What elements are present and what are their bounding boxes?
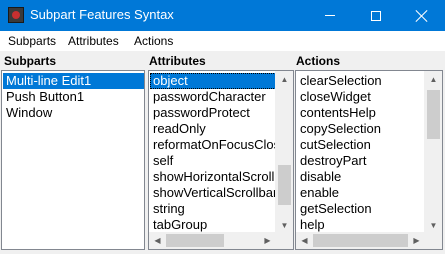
attributes-list-item[interactable]: tabGroup [150, 217, 276, 233]
maximize-icon [371, 10, 381, 21]
actions-vertical-scrollbar[interactable]: ▲ ▼ [424, 71, 442, 234]
scroll-right-icon[interactable]: ▶ [408, 232, 425, 249]
actions-horizontal-scrollbar[interactable]: ◀ ▶ [296, 232, 425, 249]
actions-list-item[interactable]: getSelection [297, 201, 425, 217]
attributes-list-item[interactable]: object [150, 73, 276, 89]
actions-list-item[interactable]: closeWidget [297, 89, 425, 105]
actions-list-item[interactable]: destroyPart [297, 153, 425, 169]
attributes-header: Attributes [149, 54, 206, 68]
attributes-list-item[interactable]: string [150, 201, 276, 217]
scroll-left-icon[interactable]: ◀ [149, 232, 166, 249]
attributes-list-item[interactable]: showHorizontalScrollbar [150, 169, 276, 185]
menu-actions[interactable]: Actions [134, 31, 173, 51]
scrollbar-corner [425, 232, 442, 249]
minimize-icon [325, 15, 335, 16]
app-icon[interactable] [8, 7, 24, 23]
subparts-list-item[interactable]: Window [3, 105, 144, 121]
subparts-list[interactable]: Multi-line Edit1 Push Button1 Window [1, 70, 145, 250]
attributes-horizontal-scrollbar[interactable]: ◀ ▶ [149, 232, 276, 249]
window-title: Subpart Features Syntax [30, 7, 174, 22]
scroll-right-icon[interactable]: ▶ [259, 232, 276, 249]
close-icon [415, 9, 429, 23]
attributes-list-item[interactable]: self [150, 153, 276, 169]
scroll-up-icon[interactable]: ▲ [276, 71, 293, 88]
attributes-list-item[interactable]: passwordCharacter [150, 89, 276, 105]
actions-list-item[interactable]: clearSelection [297, 73, 425, 89]
scroll-thumb[interactable] [313, 234, 408, 247]
scroll-thumb[interactable] [427, 90, 440, 139]
title-bar[interactable]: Subpart Features Syntax [0, 0, 445, 31]
subpart-features-window: Subpart Features Syntax Subparts Attribu… [0, 0, 445, 254]
subparts-list-item[interactable]: Push Button1 [3, 89, 144, 105]
close-button[interactable] [399, 0, 445, 31]
subparts-list-item[interactable]: Multi-line Edit1 [3, 73, 144, 89]
menu-subparts[interactable]: Subparts [8, 31, 56, 51]
attributes-list-item[interactable]: passwordProtect [150, 105, 276, 121]
attributes-vertical-scrollbar[interactable]: ▲ ▼ [275, 71, 293, 234]
scroll-left-icon[interactable]: ◀ [296, 232, 313, 249]
attributes-list-item[interactable]: readOnly [150, 121, 276, 137]
actions-list-item[interactable]: copySelection [297, 121, 425, 137]
actions-list[interactable]: clearSelection closeWidget contentsHelp cop… [295, 70, 443, 250]
actions-list-item[interactable]: contentsHelp [297, 105, 425, 121]
minimize-button[interactable] [307, 0, 353, 31]
menu-attributes[interactable]: Attributes [68, 31, 119, 51]
actions-list-item[interactable]: disable [297, 169, 425, 185]
maximize-button[interactable] [353, 0, 399, 31]
scroll-thumb[interactable] [166, 234, 224, 247]
scroll-up-icon[interactable]: ▲ [425, 71, 442, 88]
attributes-list[interactable]: object passwordCharacter passwordProtect re… [148, 70, 294, 250]
attributes-list-item[interactable]: showVerticalScrollbar [150, 185, 276, 201]
scrollbar-corner [276, 232, 293, 249]
actions-list-item[interactable]: help [297, 217, 425, 233]
actions-list-item[interactable]: enable [297, 185, 425, 201]
actions-header: Actions [296, 54, 341, 68]
scroll-thumb[interactable] [278, 165, 291, 205]
attributes-list-item[interactable]: reformatOnFocusClose [150, 137, 276, 153]
actions-list-item[interactable]: cutSelection [297, 137, 425, 153]
subparts-header: Subparts [4, 54, 57, 68]
menu-bar: Subparts Attributes Actions [0, 31, 445, 51]
